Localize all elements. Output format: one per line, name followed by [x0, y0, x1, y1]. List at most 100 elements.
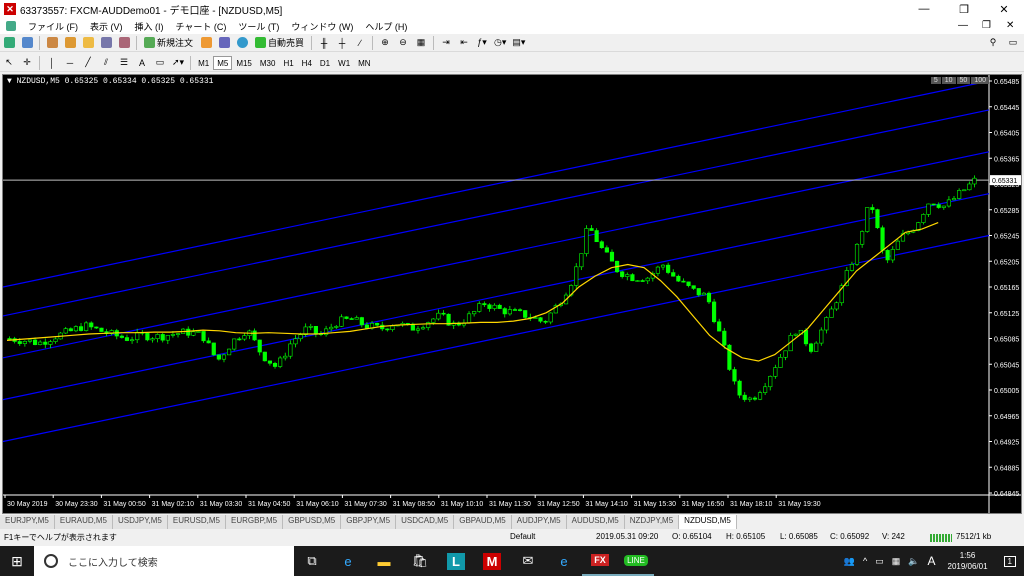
price-chart[interactable]: 0.65485 0.65445 0.65405 0.65365 0.65325 0.652…	[2, 74, 1022, 514]
candle-body	[298, 334, 303, 340]
child-close-button[interactable]: ✕	[1006, 20, 1014, 31]
trendline-icon[interactable]: ╱	[80, 55, 96, 71]
taskbar-clock[interactable]: 1:56 2019/06/01	[948, 550, 988, 572]
menu-tools[interactable]: ツール (T)	[232, 20, 285, 33]
horizontal-line-icon[interactable]: ─	[62, 55, 78, 71]
close-button[interactable]: ✕	[984, 0, 1024, 18]
fxcm-terminal-icon[interactable]: FX	[582, 546, 618, 576]
status-profile[interactable]: Default	[510, 532, 535, 541]
tile-windows-icon[interactable]: ▦	[413, 35, 429, 51]
crosshair-icon[interactable]: ✛	[19, 55, 35, 71]
ime-indicator[interactable]: A	[927, 554, 935, 568]
chart-tab[interactable]: GBPAUD,M5	[454, 515, 512, 529]
autotrading-button[interactable]: 自動売買	[252, 35, 307, 51]
timeframe-m30[interactable]: M30	[256, 56, 280, 70]
profiles-icon[interactable]	[19, 35, 35, 51]
chart-tab[interactable]: USDJPY,M5	[113, 515, 168, 529]
chart-tab[interactable]: AUDUSD,M5	[566, 515, 625, 529]
experts-icon[interactable]	[216, 35, 232, 51]
indicators-icon[interactable]: ƒ▾	[474, 35, 490, 51]
candle-body	[242, 335, 247, 340]
search-icon[interactable]: ⚲	[985, 35, 1001, 51]
menu-charts[interactable]: チャート (C)	[170, 20, 233, 33]
taskbar-search[interactable]: ここに入力して検索	[34, 546, 294, 576]
internet-explorer-icon[interactable]: e	[546, 546, 582, 576]
chart-tab[interactable]: USDCAD,M5	[396, 515, 455, 529]
people-icon[interactable]: 👥	[844, 556, 855, 567]
chart-shift-icon[interactable]: ⇤	[456, 35, 472, 51]
timeframe-h4[interactable]: H4	[298, 56, 316, 70]
data-window-icon[interactable]	[62, 35, 78, 51]
line-chart-icon[interactable]: ∕	[352, 35, 368, 51]
menu-window[interactable]: ウィンドウ (W)	[285, 20, 359, 33]
text-tool-icon[interactable]: A	[134, 55, 150, 71]
scale-5-button[interactable]: 5	[930, 77, 941, 84]
terminal-icon[interactable]	[98, 35, 114, 51]
chart-tab[interactable]: AUDJPY,M5	[511, 515, 567, 529]
timeframe-d1[interactable]: D1	[316, 56, 334, 70]
chart-tab[interactable]: EURGBP,M5	[226, 515, 284, 529]
navigator-icon[interactable]	[80, 35, 96, 51]
strategy-tester-icon[interactable]	[116, 35, 132, 51]
chart-tab[interactable]: GBPJPY,M5	[341, 515, 397, 529]
globe-icon[interactable]	[234, 35, 250, 51]
timeframe-m1[interactable]: M1	[194, 56, 213, 70]
mcafee-icon[interactable]: M	[474, 546, 510, 576]
chat-icon[interactable]: ▭	[1005, 35, 1021, 51]
bar-chart-icon[interactable]: ╫	[316, 35, 332, 51]
timeframe-m5[interactable]: M5	[213, 55, 233, 70]
battery-icon[interactable]: ▭	[875, 556, 884, 567]
channel-icon[interactable]: ⫽	[98, 55, 114, 71]
edge-browser-icon[interactable]: e	[330, 546, 366, 576]
store-icon[interactable]: 🛍	[402, 546, 438, 576]
task-view-icon[interactable]: ⧉	[294, 546, 330, 576]
chart-tab[interactable]: GBPUSD,M5	[283, 515, 342, 529]
auto-scroll-icon[interactable]: ⇥	[438, 35, 454, 51]
menu-insert[interactable]: 挿入 (I)	[129, 20, 170, 33]
maximize-button[interactable]: ❐	[944, 0, 984, 18]
l-app-icon[interactable]: L	[438, 546, 474, 576]
timeframe-mn[interactable]: MN	[354, 56, 374, 70]
chart-tab[interactable]: EURUSD,M5	[167, 515, 226, 529]
scale-10-button[interactable]: 10	[941, 77, 956, 84]
label-tool-icon[interactable]: ▭	[152, 55, 168, 71]
zoom-in-icon[interactable]: ⊕	[377, 35, 393, 51]
timeframe-m15[interactable]: M15	[232, 56, 256, 70]
child-restore-button[interactable]: ❐	[982, 20, 991, 31]
show-hidden-icon[interactable]: ^	[863, 556, 867, 566]
fibonacci-icon[interactable]: ☰	[116, 55, 132, 71]
notification-center-icon[interactable]: 1	[1003, 555, 1016, 567]
new-order-button[interactable]: 新規注文	[141, 35, 196, 51]
chart-tab[interactable]: NZDUSD,M5	[679, 515, 737, 529]
timeframe-w1[interactable]: W1	[334, 56, 354, 70]
new-chart-icon[interactable]	[1, 35, 17, 51]
chart-tab[interactable]: NZDJPY,M5	[624, 515, 680, 529]
candlestick-icon[interactable]: ┼	[334, 35, 350, 51]
arrows-icon[interactable]: ➚▾	[170, 55, 186, 71]
chart-tab[interactable]: EURAUD,M5	[54, 515, 113, 529]
child-minimize-button[interactable]: —	[958, 20, 968, 31]
minimize-button[interactable]: —	[904, 0, 944, 18]
candle-body	[946, 199, 952, 207]
scale-50-button[interactable]: 50	[956, 77, 971, 84]
scale-100-button[interactable]: 100	[971, 77, 989, 84]
cursor-icon[interactable]: ↖	[1, 55, 17, 71]
menu-help[interactable]: ヘルプ (H)	[359, 20, 413, 33]
menu-view[interactable]: 表示 (V)	[84, 20, 129, 33]
vertical-line-icon[interactable]: │	[44, 55, 60, 71]
timeframe-h1[interactable]: H1	[279, 56, 297, 70]
mail-icon[interactable]: ✉	[510, 546, 546, 576]
menu-file[interactable]: ファイル (F)	[22, 20, 84, 33]
network-icon[interactable]: ▦	[892, 556, 901, 567]
chart-tab[interactable]: EURJPY,M5	[0, 515, 55, 529]
windows-start-icon[interactable]: ⊞	[0, 546, 34, 576]
line-app-icon[interactable]: LINE	[618, 546, 654, 576]
market-watch-icon[interactable]	[44, 35, 60, 51]
templates-icon[interactable]: ▤▾	[510, 35, 527, 51]
chart-canvas[interactable]: 0.654850.654450.654050.653650.653250.652…	[3, 75, 1021, 513]
file-explorer-icon[interactable]: ▬	[366, 546, 402, 576]
metaeditor-icon[interactable]	[198, 35, 214, 51]
periods-icon[interactable]: ◷▾	[492, 35, 508, 51]
zoom-out-icon[interactable]: ⊖	[395, 35, 411, 51]
volume-icon[interactable]: 🔈	[908, 556, 919, 567]
